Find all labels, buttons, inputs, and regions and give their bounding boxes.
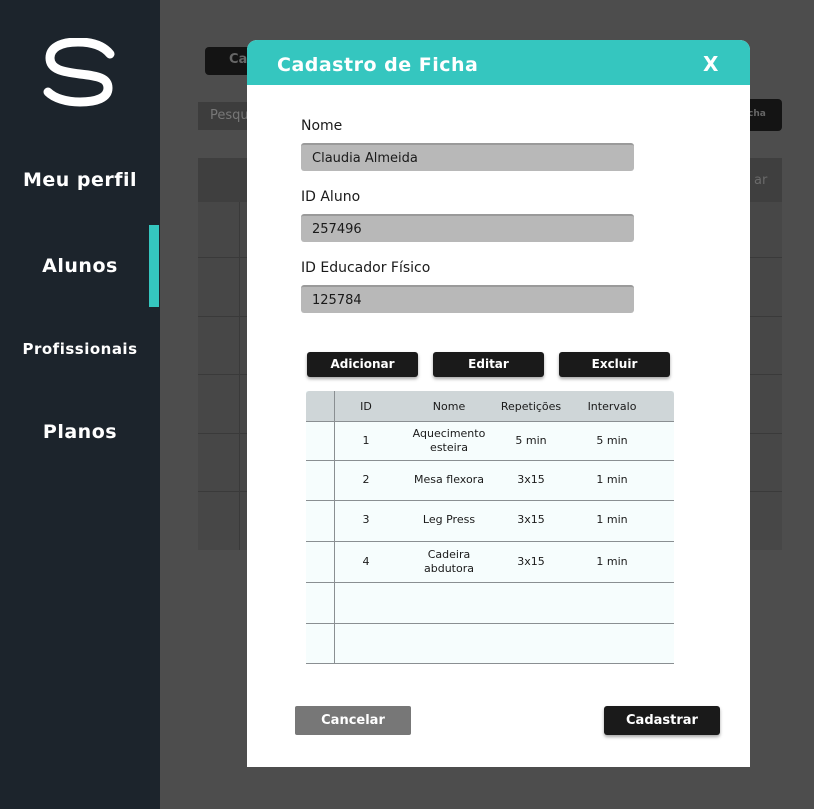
add-button[interactable]: Adicionar — [307, 352, 418, 377]
table-row-line — [306, 541, 674, 542]
table-row-line — [306, 663, 674, 664]
submit-button[interactable]: Cadastrar — [604, 706, 720, 735]
sidebar-item-profissionais[interactable]: Profissionais — [0, 340, 160, 358]
nome-field[interactable] — [301, 143, 634, 171]
table-row-line — [306, 582, 674, 583]
nome-label: Nome — [301, 118, 343, 134]
id-educador-label: ID Educador Físico — [301, 260, 431, 276]
row-3-id: 3 — [362, 513, 370, 526]
table-row-line — [306, 460, 674, 461]
row-2-nome: Mesa flexora — [414, 473, 484, 486]
edit-button[interactable]: Editar — [433, 352, 544, 377]
row-4-intervalo: 1 min — [596, 555, 628, 568]
row-2-intervalo: 1 min — [596, 473, 628, 486]
row-4-id: 4 — [362, 555, 370, 568]
row-4-nome: Cadeira abdutora — [424, 548, 474, 575]
row-2-id: 2 — [362, 473, 370, 486]
column-header-id: ID — [360, 400, 372, 413]
row-3-repeticoes: 3x15 — [517, 513, 545, 526]
column-header-intervalo: Intervalo — [587, 400, 637, 413]
table-header: ID Nome Repetições Intervalo — [306, 391, 674, 421]
cadastro-ficha-modal: Cadastro de Ficha X Nome ID Aluno ID Edu… — [247, 40, 750, 767]
row-4-repeticoes: 3x15 — [517, 555, 545, 568]
column-header-nome: Nome — [432, 400, 466, 413]
row-1-intervalo: 5 min — [596, 434, 628, 447]
table-row-line — [306, 623, 674, 624]
sidebar-item-planos[interactable]: Planos — [0, 421, 160, 443]
background-table-header-text: ar — [754, 173, 768, 188]
row-2-repeticoes: 3x15 — [517, 473, 545, 486]
sidebar-item-alunos[interactable]: Alunos — [0, 255, 160, 277]
row-3-nome: Leg Press — [422, 513, 476, 526]
active-indicator — [149, 225, 159, 307]
row-1-id: 1 — [362, 434, 370, 447]
cancel-button[interactable]: Cancelar — [295, 706, 411, 735]
row-1-repeticoes: 5 min — [515, 434, 547, 447]
row-3-intervalo: 1 min — [596, 513, 628, 526]
sidebar-item-meu-perfil[interactable]: Meu perfil — [0, 169, 160, 191]
id-aluno-label: ID Aluno — [301, 189, 361, 205]
column-header-repeticoes: Repetições — [500, 400, 562, 413]
modal-title: Cadastro de Ficha — [277, 54, 479, 76]
id-aluno-field[interactable] — [301, 214, 634, 242]
app-logo — [43, 38, 115, 107]
background-table-divider — [239, 202, 240, 550]
id-educador-field[interactable] — [301, 285, 634, 313]
close-icon[interactable]: X — [703, 52, 718, 76]
table-row-line — [306, 500, 674, 501]
sidebar: Meu perfil Alunos Profissionais Planos — [0, 0, 160, 809]
modal-header: Cadastro de Ficha X — [247, 40, 750, 85]
table-row-line — [306, 421, 674, 422]
row-1-nome: Aquecimento esteira — [412, 427, 486, 454]
exercise-table: ID Nome Repetições Intervalo 1 Aquecimen… — [306, 391, 674, 664]
delete-button[interactable]: Excluir — [559, 352, 670, 377]
